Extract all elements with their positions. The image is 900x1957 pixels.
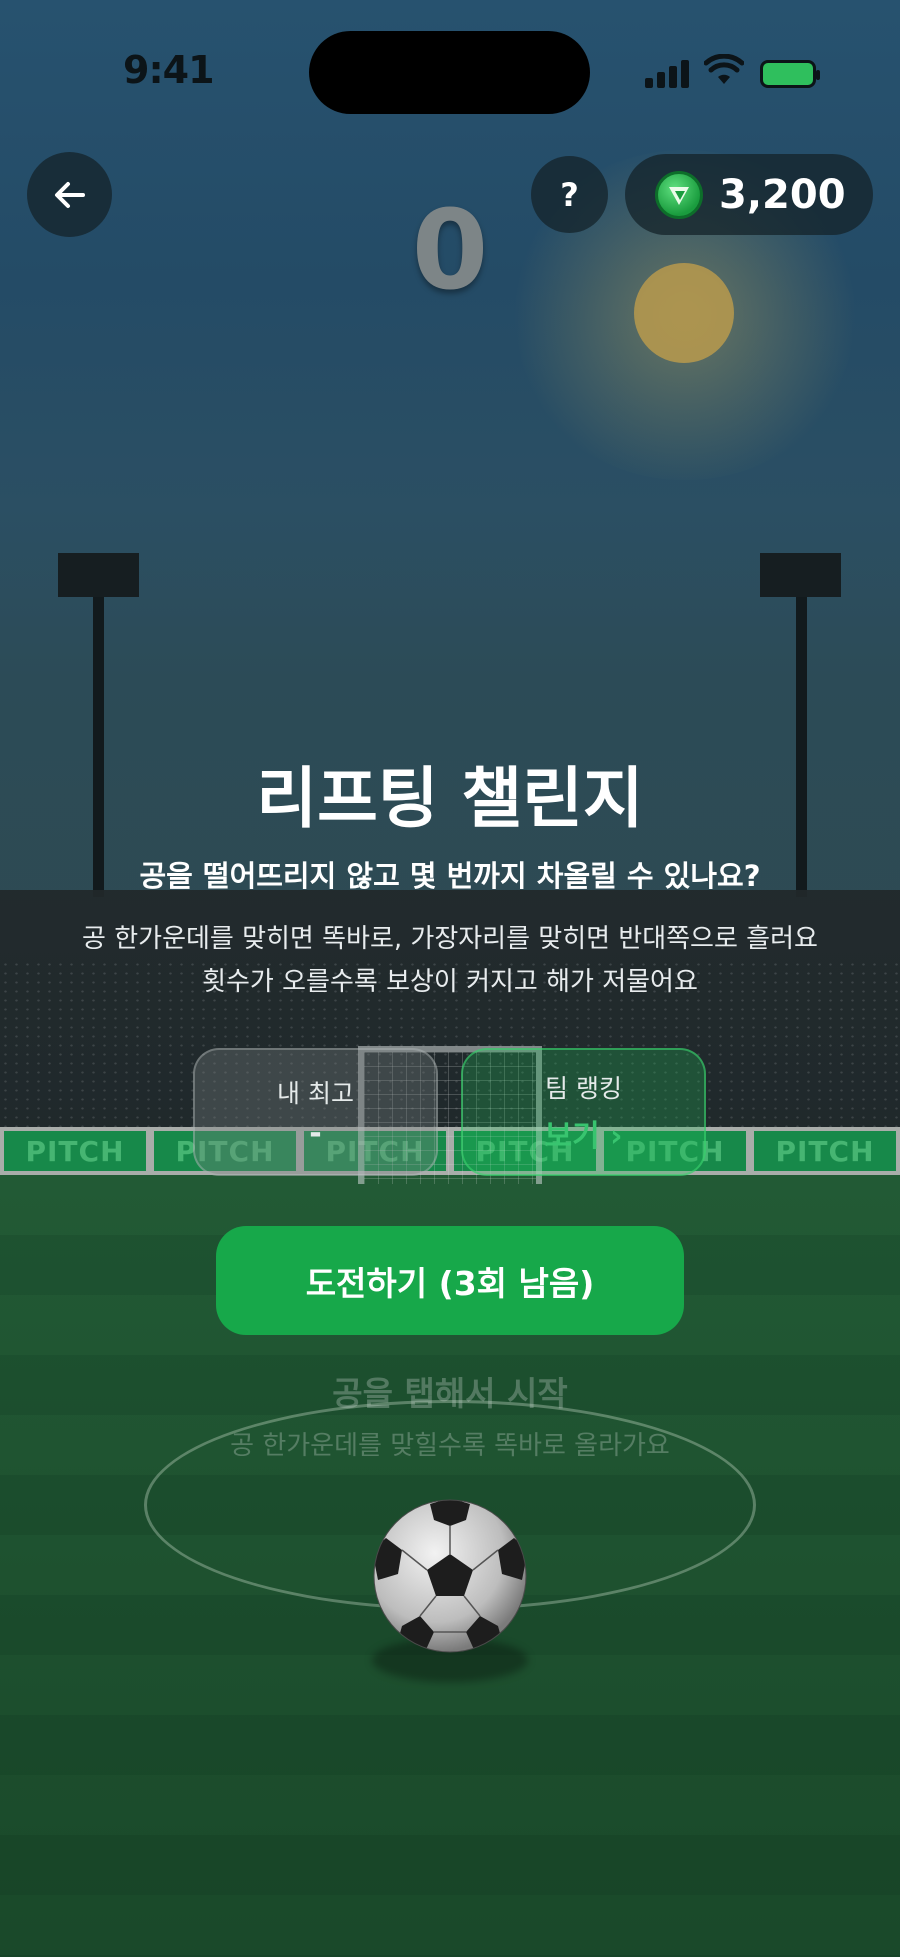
tap-to-start-hint: 공을 탭해서 시작: [332, 1374, 568, 1413]
lift-count: 0: [411, 186, 489, 314]
description-line-1: 공 한가운데를 맞히면 똑바로, 가장자리를 맞히면 반대쪽으로 흘러요: [82, 924, 818, 954]
sun: [634, 263, 734, 363]
wifi-icon: [704, 54, 744, 84]
ad-board: PITCH: [754, 1131, 896, 1171]
description-line-2: 횟수가 오를수록 보상이 커지고 해가 저물어요: [202, 967, 698, 997]
best-score-value: -: [309, 1115, 322, 1151]
battery-icon: [760, 60, 820, 88]
status-time: 9:41: [123, 48, 215, 92]
coin-icon: [655, 170, 703, 219]
team-ranking-card[interactable]: 팀 랭킹 보기 ›: [461, 1048, 706, 1176]
team-ranking-view-link[interactable]: 보기 ›: [544, 1111, 622, 1155]
floodlight-right-head: [760, 553, 841, 597]
leaf-icon: [669, 186, 689, 205]
team-ranking-label: 팀 랭킹: [545, 1074, 622, 1103]
challenge-subtitle: 공을 떨어뜨리지 않고 몇 번까지 차올릴 수 있나요?: [139, 859, 761, 893]
challenge-title: 리프팅 챌린지: [256, 760, 644, 837]
best-score-card: 내 최고 -: [193, 1048, 438, 1176]
help-button[interactable]: ?: [531, 156, 608, 233]
coin-balance-value: 3,200: [719, 171, 846, 218]
soccer-ball[interactable]: [372, 1498, 528, 1654]
best-score-label: 내 최고: [277, 1078, 354, 1108]
dynamic-island: [309, 31, 590, 114]
back-button[interactable]: [27, 152, 112, 237]
tap-hint-subtitle: 공 한가운데를 맞힐수록 똑바로 올라가요: [230, 1431, 670, 1461]
cellular-signal-icon: [645, 58, 689, 88]
coin-balance[interactable]: 3,200: [625, 154, 873, 235]
ad-board: PITCH: [4, 1131, 146, 1171]
start-challenge-button[interactable]: 도전하기 (3회 남음): [216, 1226, 684, 1335]
floodlight-left-head: [58, 553, 139, 597]
arrow-left-icon: [54, 181, 85, 208]
